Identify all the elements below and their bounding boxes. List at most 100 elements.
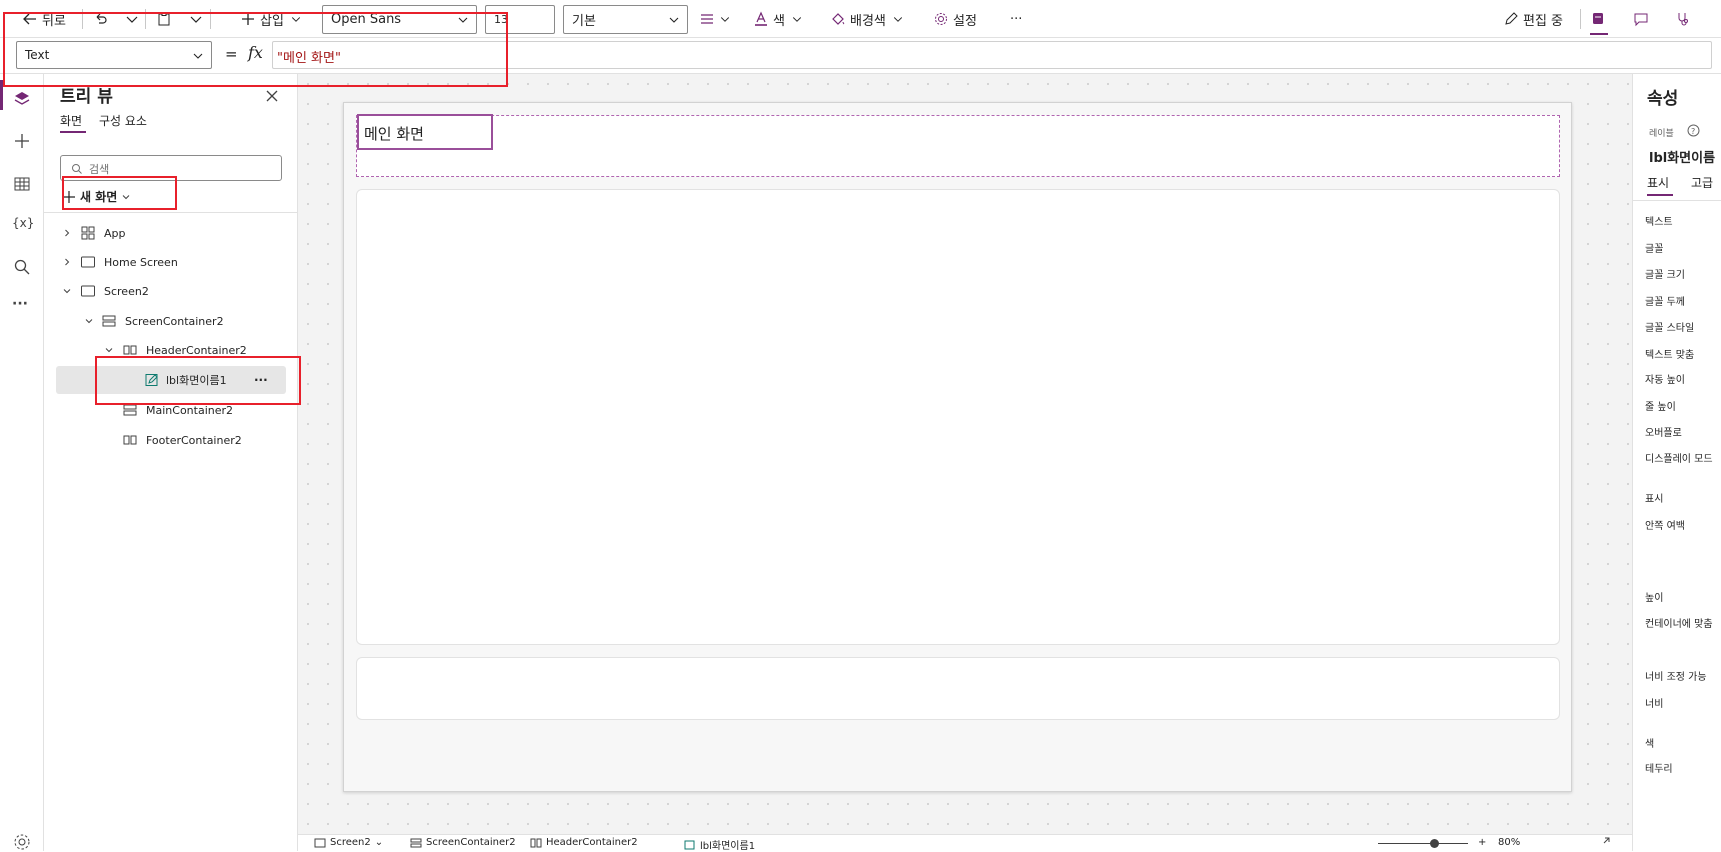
font-select[interactable]: Open Sans	[322, 5, 477, 34]
svg-text:?: ?	[1691, 127, 1695, 136]
search-input[interactable]: 검색	[60, 155, 282, 181]
screen-preview[interactable]: 메인 화면	[343, 102, 1572, 792]
header-container[interactable]: 메인 화면	[356, 114, 1560, 177]
table-icon[interactable]	[12, 174, 32, 194]
prop-font-style: 글꼴 스타일	[1645, 323, 1695, 334]
more-options-icon[interactable]: ···	[254, 373, 268, 387]
chevron-down-icon	[792, 17, 802, 22]
close-icon[interactable]	[265, 89, 279, 103]
settings-label: 설정	[953, 13, 977, 29]
screen-icon	[81, 285, 95, 297]
search-icon[interactable]	[12, 257, 32, 277]
tree-item-label: ScreenContainer2	[125, 314, 224, 328]
property-value: Text	[25, 48, 50, 62]
chevron-right-icon	[65, 258, 70, 266]
align-button[interactable]	[699, 7, 735, 31]
layers-icon[interactable]	[12, 89, 32, 109]
prop-overflow: 오버플로	[1645, 428, 1682, 439]
font-value: Open Sans	[331, 12, 402, 27]
properties-title: 속성	[1647, 89, 1679, 109]
chevron-down-icon	[126, 16, 138, 23]
gear-icon[interactable]	[12, 832, 32, 852]
font-weight-select[interactable]: 기본	[563, 5, 688, 34]
screen-icon	[81, 256, 95, 268]
plus-icon[interactable]	[12, 131, 32, 151]
screen-name-label[interactable]: 메인 화면	[357, 114, 493, 150]
variables-icon[interactable]: {x}	[12, 216, 34, 230]
health-checker-button[interactable]	[1675, 7, 1695, 31]
paste-button[interactable]	[156, 7, 176, 31]
zoom-in-button[interactable]: +	[1478, 837, 1486, 848]
new-screen-button[interactable]: 새 화면	[62, 188, 131, 205]
settings-button[interactable]: 설정	[933, 7, 977, 31]
prop-width: 너비	[1645, 699, 1664, 710]
zoom-slider-thumb[interactable]	[1430, 839, 1439, 848]
edit-label-icon	[145, 374, 158, 386]
expand-icon	[1603, 837, 1610, 844]
insert-label: 삽입	[260, 13, 284, 29]
tab-advanced[interactable]: 고급	[1691, 174, 1713, 191]
tree-item-app[interactable]: App	[44, 219, 298, 247]
zoom-slider[interactable]	[1378, 843, 1468, 844]
tab-components[interactable]: 구성 요소	[99, 112, 147, 129]
search-placeholder: 검색	[89, 163, 110, 176]
tree-item-home-screen[interactable]: Home Screen	[44, 248, 298, 276]
prop-visible: 표시	[1645, 494, 1664, 505]
more-icon[interactable]: ···	[12, 296, 28, 312]
breadcrumb-item-screencontainer2[interactable]: ScreenContainer2	[410, 837, 516, 848]
formula-input[interactable]: "메인 화면"	[272, 41, 1712, 69]
property-select[interactable]: Text	[16, 41, 212, 69]
app-checker-button[interactable]	[1590, 7, 1610, 31]
divider	[1580, 9, 1581, 29]
control-type-label: 레이블	[1649, 129, 1674, 139]
horizontal-container-icon	[530, 838, 542, 847]
chevron-down-icon	[720, 17, 730, 22]
breadcrumb-item-lbl-screen-name[interactable]: lbl화면이름1	[684, 837, 755, 852]
comment-icon	[1634, 13, 1648, 27]
undo-dropdown[interactable]	[124, 7, 144, 31]
search-icon	[72, 164, 82, 174]
edit-label-icon	[684, 840, 695, 849]
more-label: ···	[1010, 11, 1023, 27]
fit-to-window-button[interactable]	[1598, 837, 1610, 847]
more-button[interactable]: ···	[1010, 7, 1022, 31]
zoom-value: 80%	[1498, 837, 1521, 848]
breadcrumb-item-headercontainer2[interactable]: HeaderContainer2	[530, 837, 638, 848]
tree-item-lbl-screen-name[interactable]: lbl화면이름1 ···	[56, 366, 286, 394]
insert-button[interactable]: 삽입	[240, 7, 306, 31]
background-color-button[interactable]: 배경색	[830, 7, 908, 31]
divider	[210, 9, 211, 29]
divider	[82, 9, 83, 29]
help-icon[interactable]: ?	[1687, 124, 1700, 137]
stethoscope-icon	[1678, 13, 1688, 26]
tree-item-maincontainer2[interactable]: MainContainer2	[44, 396, 298, 424]
comments-button[interactable]	[1633, 7, 1653, 31]
back-button[interactable]: 뒤로	[22, 7, 66, 31]
active-rail-indicator	[0, 80, 3, 110]
main-container[interactable]	[356, 189, 1560, 645]
prop-auto-height: 자동 높이	[1645, 375, 1685, 386]
font-size-input[interactable]: 13	[485, 5, 555, 34]
color-button[interactable]: 색	[753, 7, 807, 31]
undo-button[interactable]	[92, 7, 112, 31]
paste-dropdown[interactable]	[188, 7, 208, 31]
tree-item-screencontainer2[interactable]: ScreenContainer2	[44, 307, 298, 335]
active-tab-indicator	[60, 131, 86, 133]
editing-mode-button[interactable]: 편집 중	[1503, 7, 1563, 31]
tree-item-footercontainer2[interactable]: FooterContainer2	[44, 426, 298, 454]
chevron-down-icon	[291, 17, 300, 22]
tree-item-headercontainer2[interactable]: HeaderContainer2	[44, 336, 298, 364]
tab-screens[interactable]: 화면	[60, 112, 82, 129]
fx-icon: fx	[248, 43, 263, 62]
zoom-level: 80%	[1498, 837, 1520, 848]
divider	[145, 9, 146, 29]
undo-icon	[96, 13, 107, 24]
color-label: 색	[773, 13, 785, 29]
vertical-container-icon	[123, 404, 137, 416]
breadcrumb-item-screen2[interactable]: Screen2 ⌄	[314, 837, 383, 848]
tree-item-label: lbl화면이름1	[166, 374, 227, 387]
tree-item-screen2[interactable]: Screen2	[44, 277, 298, 305]
tab-display[interactable]: 표시	[1647, 174, 1669, 191]
chevron-down-icon	[669, 17, 679, 23]
footer-container[interactable]	[356, 657, 1560, 720]
